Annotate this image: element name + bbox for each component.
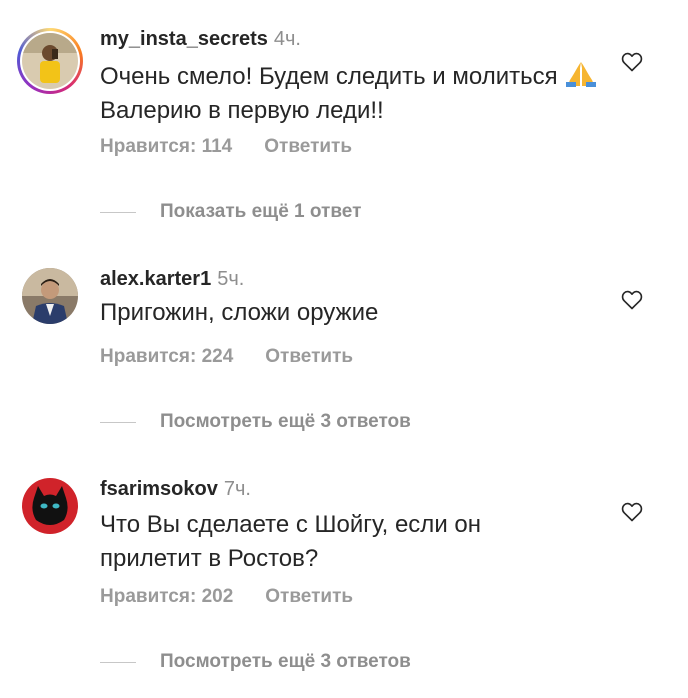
username[interactable]: alex.karter1	[100, 268, 211, 290]
heart-outline-icon[interactable]	[620, 288, 644, 312]
pray-emoji-icon	[564, 60, 598, 88]
reply-button[interactable]: Ответить	[264, 136, 352, 157]
comment-text-part1: Очень смело! Будем следить и молиться	[100, 63, 558, 90]
divider-line	[100, 211, 136, 213]
comment-actions: Нравится: 114 Ответить	[100, 136, 352, 158]
show-more-replies[interactable]: Посмотреть ещё 3 ответов	[100, 650, 411, 674]
comment-text: Очень смело! Будем следить и молиться Ва…	[100, 60, 600, 128]
divider-line	[100, 421, 136, 423]
timestamp: 4ч.	[273, 28, 301, 50]
comment-text: Что Вы сделаете с Шойгу, если он прилети…	[100, 511, 481, 572]
heart-outline-icon[interactable]	[620, 500, 644, 524]
avatar[interactable]	[22, 478, 78, 534]
show-more-replies[interactable]: Посмотреть ещё 3 ответов	[100, 410, 411, 434]
comment-text: Пригожин, сложи оружие	[100, 299, 379, 326]
likes-count[interactable]: Нравится: 114	[100, 136, 232, 157]
reply-button[interactable]: Ответить	[265, 586, 353, 607]
divider-line	[100, 661, 136, 663]
username[interactable]: fsarimsokov	[100, 478, 218, 500]
likes-count[interactable]: Нравится: 202	[100, 586, 233, 607]
comment-header: fsarimsokov 7ч.	[100, 478, 251, 501]
more-replies-label: Показать ещё 1 ответ	[160, 201, 362, 222]
comment-header: alex.karter1 5ч.	[100, 268, 244, 291]
show-more-replies[interactable]: Показать ещё 1 ответ	[100, 200, 361, 224]
comment-actions: Нравится: 224 Ответить	[100, 346, 353, 368]
avatar[interactable]	[22, 33, 78, 89]
more-replies-label: Посмотреть ещё 3 ответов	[160, 411, 411, 432]
likes-count[interactable]: Нравится: 224	[100, 346, 233, 367]
avatar[interactable]	[22, 268, 78, 324]
timestamp: 7ч.	[223, 478, 251, 500]
comment-actions: Нравится: 202 Ответить	[100, 586, 353, 608]
username[interactable]: my_insta_secrets	[100, 28, 268, 50]
more-replies-label: Посмотреть ещё 3 ответов	[160, 651, 411, 672]
timestamp: 5ч.	[217, 268, 245, 290]
comment-text-part2: Валерию в первую леди!!	[100, 97, 384, 124]
comment-header: my_insta_secrets 4ч.	[100, 28, 301, 51]
heart-outline-icon[interactable]	[620, 50, 644, 74]
reply-button[interactable]: Ответить	[265, 346, 353, 367]
